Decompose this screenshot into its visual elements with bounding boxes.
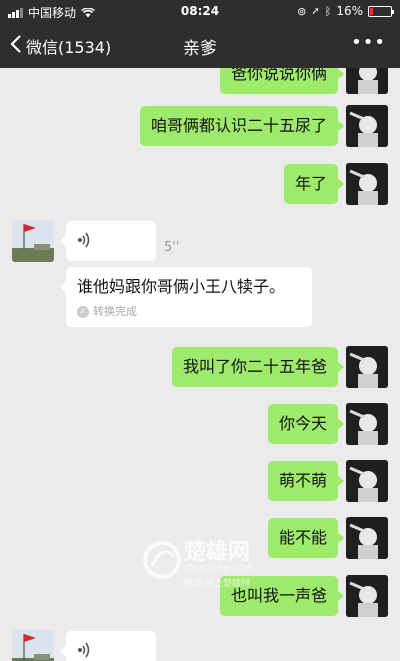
converted-text-bubble[interactable]: 谁他妈跟你哥俩小王八犊子。 ✓ 转换完成 <box>60 267 312 327</box>
battery-percent: 16% <box>336 4 363 18</box>
watermark-slogan: 楚雄·网上楚雄网 <box>184 579 250 589</box>
message-bubble[interactable]: 你今天 <box>267 404 345 444</box>
message-bubble[interactable]: 萌不萌 <box>267 461 345 501</box>
chat-title: 亲爹 <box>183 39 217 59</box>
bluetooth-icon: ᛒ <box>324 4 332 18</box>
message-bubble[interactable]: 爸你说说你俩 <box>219 68 345 94</box>
voice-wave-icon <box>78 231 92 256</box>
message-text: 我叫了你二十五年爸 <box>182 357 327 376</box>
my-avatar[interactable] <box>346 105 388 147</box>
watermark-domain: chuxiong.com <box>184 563 255 574</box>
converted-text: 谁他妈跟你哥俩小王八犊子。 <box>77 277 286 296</box>
message-bubble[interactable]: 咱哥俩都认识二十五尿了 <box>139 106 345 146</box>
voice-message-bubble[interactable] <box>60 221 156 261</box>
location-icon: ➚ <box>311 5 320 17</box>
message-bubble[interactable]: 我叫了你二十五年爸 <box>171 347 345 387</box>
my-avatar[interactable] <box>346 163 388 205</box>
status-bar: 中国移动 08:24 ⊚ ➚ ᛒ 16% <box>0 0 400 22</box>
my-avatar[interactable] <box>346 575 388 617</box>
rotation-lock-icon: ⊚ <box>297 4 307 18</box>
message-text: 爸你说说你俩 <box>230 68 327 83</box>
message-text: 咱哥俩都认识二十五尿了 <box>150 116 327 135</box>
message-bubble[interactable]: 年了 <box>283 164 345 204</box>
conversion-note: 转换完成 <box>93 305 137 318</box>
contact-avatar[interactable] <box>12 220 54 262</box>
my-avatar[interactable] <box>346 403 388 445</box>
battery-icon <box>368 5 394 17</box>
message-text: 你今天 <box>278 414 327 433</box>
voice-duration: 5'' <box>164 240 180 255</box>
watermark-logo: 楚雄网 chuxiong.com 楚雄·网上楚雄网 <box>140 530 290 590</box>
contact-avatar[interactable] <box>12 630 54 661</box>
my-avatar[interactable] <box>346 460 388 502</box>
message-text: 年了 <box>294 174 327 193</box>
message-text: 萌不萌 <box>278 471 327 490</box>
more-options-button[interactable]: ••• <box>351 32 386 53</box>
watermark-brand: 楚雄网 <box>184 540 251 565</box>
my-avatar[interactable] <box>346 517 388 559</box>
voice-wave-icon <box>78 641 92 661</box>
conversion-status: ✓ 转换完成 <box>77 305 301 319</box>
check-icon: ✓ <box>77 306 89 318</box>
voice-message-bubble[interactable] <box>60 631 156 661</box>
my-avatar[interactable] <box>346 346 388 388</box>
status-right: ⊚ ➚ ᛒ 16% <box>297 4 394 18</box>
nav-bar: 微信(1534) 亲爹 ••• <box>0 22 400 68</box>
my-avatar[interactable] <box>346 68 388 94</box>
